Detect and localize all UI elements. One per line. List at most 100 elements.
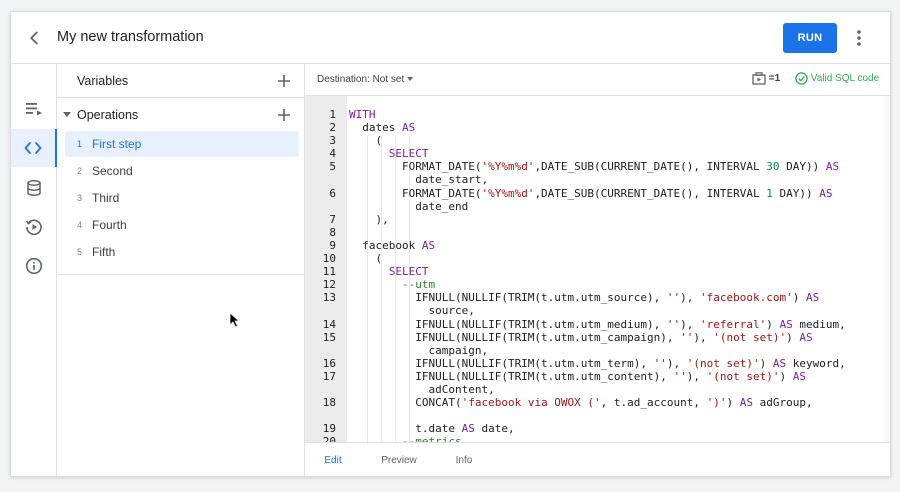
code-text: facebook AS [349, 238, 436, 252]
history-icon [25, 219, 42, 236]
operations-panel: Variables Operations 1 First step 2 Seco… [57, 64, 305, 476]
valid-sql-label: Valid SQL code [810, 73, 880, 84]
code-line[interactable]: 8 [305, 226, 884, 239]
operation-step[interactable]: 5 Fifth [65, 239, 299, 265]
code-line[interactable]: date_end [305, 200, 884, 213]
variables-header[interactable]: Variables [57, 64, 305, 98]
code-line[interactable]: 3 ( [305, 134, 884, 147]
line-number: 20 [322, 435, 336, 442]
line-number: 10 [322, 252, 336, 266]
code-line[interactable]: date_start, [305, 173, 884, 186]
code-line[interactable]: 16 IFNULL(NULLIF(TRIM(t.utm.utm_term), '… [305, 357, 884, 370]
rail-code-button[interactable] [11, 129, 57, 167]
sql-status: Valid SQL code [795, 72, 879, 85]
operations-label: Operations [77, 108, 139, 122]
editor-scrollbar[interactable] [884, 96, 890, 442]
line-number: 1 [329, 108, 336, 121]
editor-area: Destination: Not set =1 Valid SQL code 1… [305, 64, 890, 476]
back-arrow-icon[interactable] [23, 27, 45, 49]
step-number: 1 [77, 139, 83, 149]
line-number: 3 [329, 134, 336, 148]
code-line[interactable]: 19 t.date AS date, [305, 422, 884, 435]
operations-header[interactable]: Operations [57, 98, 305, 132]
line-number: 8 [329, 225, 336, 239]
code-line[interactable]: campaign, [305, 344, 884, 357]
code-text: IFNULL(NULLIF(TRIM(t.utm.utm_term), ''),… [349, 356, 846, 370]
code-line[interactable]: 1 WITH [305, 108, 884, 121]
query-counter[interactable]: =1 [752, 72, 780, 88]
tab-preview[interactable]: Preview [379, 443, 419, 476]
code-text: IFNULL(NULLIF(TRIM(t.utm.utm_medium), ''… [349, 317, 846, 331]
operation-step[interactable]: 2 Second [65, 158, 299, 184]
code-line[interactable]: 10 ( [305, 252, 884, 265]
line-number: 7 [329, 212, 336, 226]
more-options-icon[interactable] [849, 27, 869, 49]
code-text: IFNULL(NULLIF(TRIM(t.utm.utm_source), ''… [349, 291, 820, 305]
line-number: 14 [322, 317, 336, 331]
line-number: 9 [329, 238, 336, 252]
code-text: IFNULL(NULLIF(TRIM(t.utm.utm_campaign), … [349, 330, 813, 344]
rail-operations-button[interactable] [11, 90, 57, 128]
code-text: campaign, [349, 343, 489, 357]
info-icon [25, 257, 43, 275]
code-text: ), [349, 212, 389, 226]
tab-info[interactable]: Info [453, 443, 475, 476]
code-text: source, [349, 304, 475, 318]
line-number: 2 [329, 121, 336, 135]
left-rail [11, 64, 57, 476]
code-line[interactable]: source, [305, 304, 884, 317]
code-line[interactable]: 5 FORMAT_DATE('%Y%m%d',DATE_SUB(CURRENT_… [305, 160, 884, 173]
line-number: 16 [322, 356, 336, 370]
code-line[interactable]: 15 IFNULL(NULLIF(TRIM(t.utm.utm_campaign… [305, 331, 884, 344]
code-line[interactable]: 11 SELECT [305, 265, 884, 278]
step-name: Fourth [92, 218, 127, 232]
code-text: WITH [349, 108, 376, 121]
run-button[interactable]: RUN [783, 23, 837, 53]
code-text: FORMAT_DATE('%Y%m%d',DATE_SUB(CURRENT_DA… [349, 160, 840, 174]
code-line[interactable]: 4 SELECT [305, 147, 884, 160]
destination-dropdown[interactable]: Destination: Not set [317, 74, 414, 85]
operation-step[interactable]: 4 Fourth [65, 212, 299, 238]
line-number: 13 [322, 291, 336, 305]
code-text: date_start, [349, 173, 489, 187]
step-name: Fifth [92, 245, 116, 259]
divider [57, 274, 305, 275]
code-line[interactable]: 17 IFNULL(NULLIF(TRIM(t.utm.utm_content)… [305, 370, 884, 383]
code-line[interactable]: 2 dates AS [305, 121, 884, 134]
code-line[interactable] [305, 409, 884, 422]
rail-info-button[interactable] [11, 247, 57, 285]
caret-down-icon[interactable] [63, 112, 71, 117]
line-number: 4 [329, 147, 336, 161]
add-operation-icon[interactable] [275, 106, 293, 124]
step-name: First step [92, 137, 142, 151]
page-title: My new transformation [57, 29, 204, 45]
code-line[interactable]: 12 --utm [305, 278, 884, 291]
code-text: t.date AS date, [349, 422, 515, 436]
line-number: 19 [322, 422, 336, 436]
editor-tabs: Edit Preview Info [305, 442, 890, 476]
line-number: 18 [322, 396, 336, 410]
app-window: My new transformation RUN Variables Oper… [10, 11, 891, 477]
rail-history-button[interactable] [11, 208, 57, 246]
code-line[interactable]: 14 IFNULL(NULLIF(TRIM(t.utm.utm_medium),… [305, 318, 884, 331]
add-variable-icon[interactable] [275, 72, 293, 90]
query-count-icon [752, 72, 766, 85]
tab-edit[interactable]: Edit [319, 443, 347, 476]
step-number: 5 [77, 247, 83, 257]
code-line[interactable]: 18 CONCAT('facebook via OWOX (', t.ad_ac… [305, 396, 884, 409]
code-line[interactable]: 6 FORMAT_DATE('%Y%m%d',DATE_SUB(CURRENT_… [305, 187, 884, 200]
line-number: 5 [329, 160, 336, 174]
step-number: 2 [77, 166, 83, 176]
code-line[interactable]: adContent, [305, 383, 884, 396]
code-line[interactable]: 20 --metrics [305, 435, 884, 442]
code-text: adContent, [349, 382, 495, 396]
sql-editor[interactable]: 1 WITH 2 dates AS 3 (4 SELECT 5 FORMAT_DATE(… [305, 96, 890, 442]
caret-down-icon [407, 77, 414, 82]
code-line[interactable]: 9 facebook AS [305, 239, 884, 252]
code-line[interactable]: 7 ), [305, 213, 884, 226]
step-number: 3 [77, 193, 83, 203]
operation-step[interactable]: 3 Third [65, 185, 299, 211]
operation-step[interactable]: 1 First step [65, 131, 299, 157]
code-line[interactable]: 13 IFNULL(NULLIF(TRIM(t.utm.utm_source),… [305, 291, 884, 304]
rail-database-button[interactable] [11, 169, 57, 207]
